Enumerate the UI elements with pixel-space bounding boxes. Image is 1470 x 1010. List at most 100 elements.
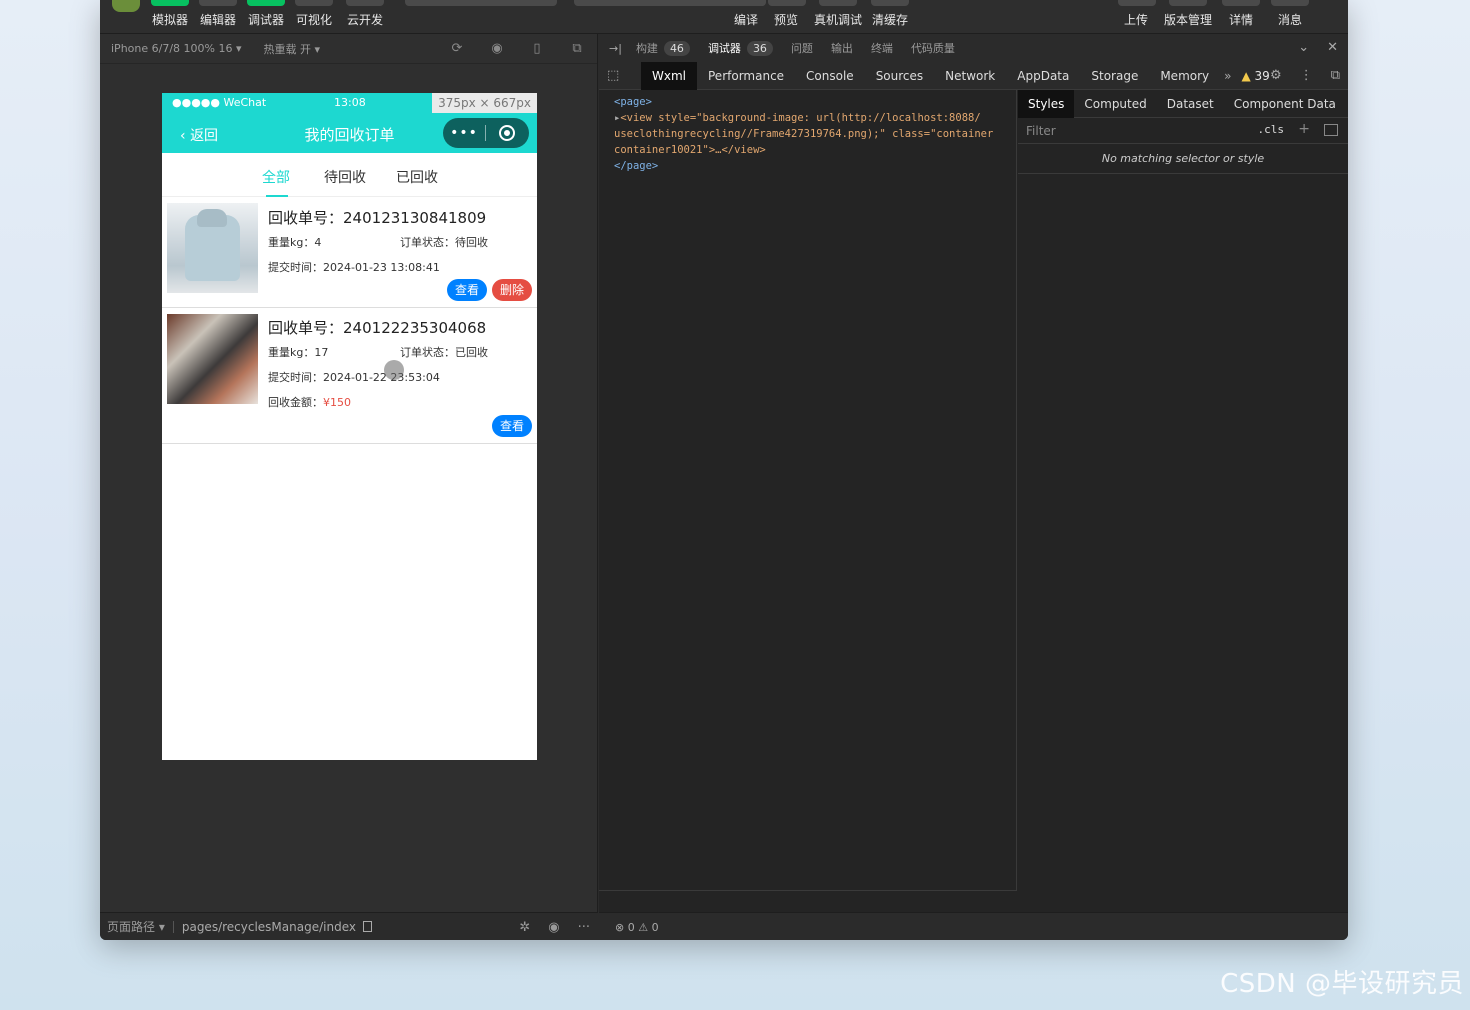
wxml-line[interactable]: ▸<view style="background-image: url(http… [614,110,1016,126]
toolbar-clear-cache-button[interactable]: 清缓存 [870,0,910,28]
toolbar-compile-button[interactable]: 编译 [728,0,766,28]
debugger-badge: 36 [746,40,773,56]
toolbar-compile-label: 编译 [733,13,758,27]
order-card[interactable]: 回收单号：240123130841809 重量kg：4 订单状态：待回收 提交时… [162,197,537,308]
wxml-breadcrumb [599,890,1017,912]
plus-icon[interactable]: + [1298,121,1310,137]
tab-debugger[interactable]: 调试器 36 [708,40,773,56]
tab-dataset[interactable]: Dataset [1157,90,1224,118]
order-image [167,314,258,404]
view-button[interactable]: 查看 [492,415,532,437]
filter-input[interactable]: Filter .cls + [1018,118,1348,144]
warnings-count[interactable]: ▲ 39 [1241,69,1269,83]
order-number-value: 240122235304068 [343,319,487,337]
close-icon[interactable]: ✕ [1327,40,1338,55]
wxml-line[interactable]: useclothingrecycling//Frame427319764.png… [614,126,1016,142]
tab-build[interactable]: 构建 46 [636,40,690,56]
dock-icon[interactable]: →| [609,42,622,55]
tab-appdata[interactable]: AppData [1006,62,1080,90]
wxml-line[interactable]: <page> [614,94,1016,110]
tab-terminal[interactable]: 终端 [871,40,893,56]
tab-sources[interactable]: Sources [865,62,934,90]
toolbar-real-debug-button[interactable]: 真机调试 [812,0,864,28]
toolbar-cloud-button[interactable]: 云开发 [342,0,388,28]
toolbar-editor-button[interactable]: 编辑器 [198,0,238,28]
order-time: 提交时间：2024-01-22 23:53:04 [268,371,440,384]
avatar[interactable] [112,0,140,12]
popout-icon[interactable]: ⧉ [569,41,585,57]
order-number: 回收单号：240123130841809 [268,207,486,228]
wxml-line[interactable]: </page> [614,158,1016,174]
toolbar-version-label: 版本管理 [1163,13,1212,27]
tab-all[interactable]: 全部 [262,167,290,187]
tab-output[interactable]: 输出 [831,40,853,56]
chevron-down-icon[interactable]: ⌄ [1298,40,1309,55]
toolbar-debugger-label: 调试器 [247,13,284,27]
bug-icon[interactable]: ✲ [519,920,530,935]
order-number-label: 回收单号： [268,319,344,337]
more-icon[interactable]: ··· [578,920,590,935]
devtools-tabs: ⬚ Wxml Performance Console Sources Netwo… [599,61,1348,90]
phone-icon[interactable]: ▯ [529,41,545,57]
sidebar-toggle-icon[interactable] [1324,124,1338,136]
page-path-select[interactable]: 页面路径 ▾ [107,918,165,935]
order-card[interactable]: 回收单号：240122235304068 重量kg：17 订单状态：已回收 提交… [162,308,537,444]
toolbar-simulator-button[interactable]: 模拟器 [150,0,190,28]
more-tabs-icon[interactable]: » [1224,69,1231,83]
toolbar-debugger-button[interactable]: 调试器 [246,0,286,28]
page-path: pages/recyclesManage/index [181,919,356,934]
cls-button[interactable]: .cls [1258,123,1285,136]
close-mini-program-button[interactable] [486,125,528,141]
devtools-window: 模拟器 编辑器 调试器 可视化 云开发 编译 预览 真机调试 清缓存 上传 版本… [100,0,1348,940]
tab-styles[interactable]: Styles [1018,89,1075,118]
order-weight: 重量kg：17 [268,346,329,359]
tab-code-quality[interactable]: 代码质量 [911,40,955,56]
toolbar-preview-button[interactable]: 预览 [768,0,806,28]
inspect-icon[interactable]: ⬚ [607,68,623,83]
tab-build-label: 构建 [635,42,658,55]
wxml-line-text: <view style="background-image: url(http:… [620,112,981,124]
tab-wxml[interactable]: Wxml [641,61,697,90]
toolbar-preview-label: 预览 [773,13,798,27]
undock-icon[interactable]: ⧉ [1331,68,1340,83]
simulator-panel: iPhone 6/7/8 100% 16 ▾ 热重载 开 ▾ ⟳ ◉ ▯ ⧉ ●… [100,34,598,912]
tab-network[interactable]: Network [934,62,1006,90]
order-tabs: 全部 待回收 已回收 [162,153,537,197]
toolbar-visual-label: 可视化 [295,13,332,27]
hot-reload-toggle[interactable]: 热重载 开 ▾ [264,41,321,57]
more-icon[interactable]: ••• [443,125,485,141]
mode-select[interactable] [405,0,557,6]
refresh-icon[interactable]: ⟳ [449,41,465,57]
record-icon[interactable]: ◉ [489,41,505,57]
kebab-icon[interactable]: ⋮ [1300,68,1313,83]
tab-storage[interactable]: Storage [1080,62,1149,90]
order-number-value: 240123130841809 [343,209,487,227]
tab-console[interactable]: Console [795,62,865,90]
delete-button[interactable]: 删除 [492,279,532,301]
toolbar-details-button[interactable]: 详情 [1221,0,1261,28]
toolbar-messages-button[interactable]: 消息 [1270,0,1310,28]
toolbar-version-button[interactable]: 版本管理 [1162,0,1214,28]
tab-issues[interactable]: 问题 [791,40,813,56]
device-select[interactable]: iPhone 6/7/8 100% 16 ▾ [111,42,242,55]
target-icon [499,125,515,141]
tab-performance[interactable]: Performance [697,62,795,90]
menu-capsule: ••• [443,118,529,148]
tab-component-data[interactable]: Component Data [1224,90,1346,118]
view-button[interactable]: 查看 [447,279,487,301]
toolbar-visual-button[interactable]: 可视化 [294,0,334,28]
tab-pending[interactable]: 待回收 [324,167,366,187]
tab-recycled[interactable]: 已回收 [396,167,438,187]
tab-computed[interactable]: Computed [1074,90,1156,118]
devtools-panel: →| 构建 46 调试器 36 问题 输出 终端 代码质量 ⌄ ✕ ⬚ Wxml P… [599,34,1348,912]
order-amount-value: ¥150 [323,396,351,409]
wxml-line[interactable]: container10021">…</view> [614,142,1016,158]
error-warning-status[interactable]: ⊗ 0 ⚠ 0 [615,921,659,934]
styles-pane: Styles Computed Dataset Component Data F… [1018,89,1348,912]
eye-icon[interactable]: ◉ [548,920,559,935]
order-status: 订单状态：待回收 [400,236,488,249]
gear-icon[interactable]: ⚙ [1270,68,1282,83]
toolbar-upload-button[interactable]: 上传 [1118,0,1156,28]
copy-icon[interactable] [362,921,372,932]
tab-memory[interactable]: Memory [1149,62,1220,90]
